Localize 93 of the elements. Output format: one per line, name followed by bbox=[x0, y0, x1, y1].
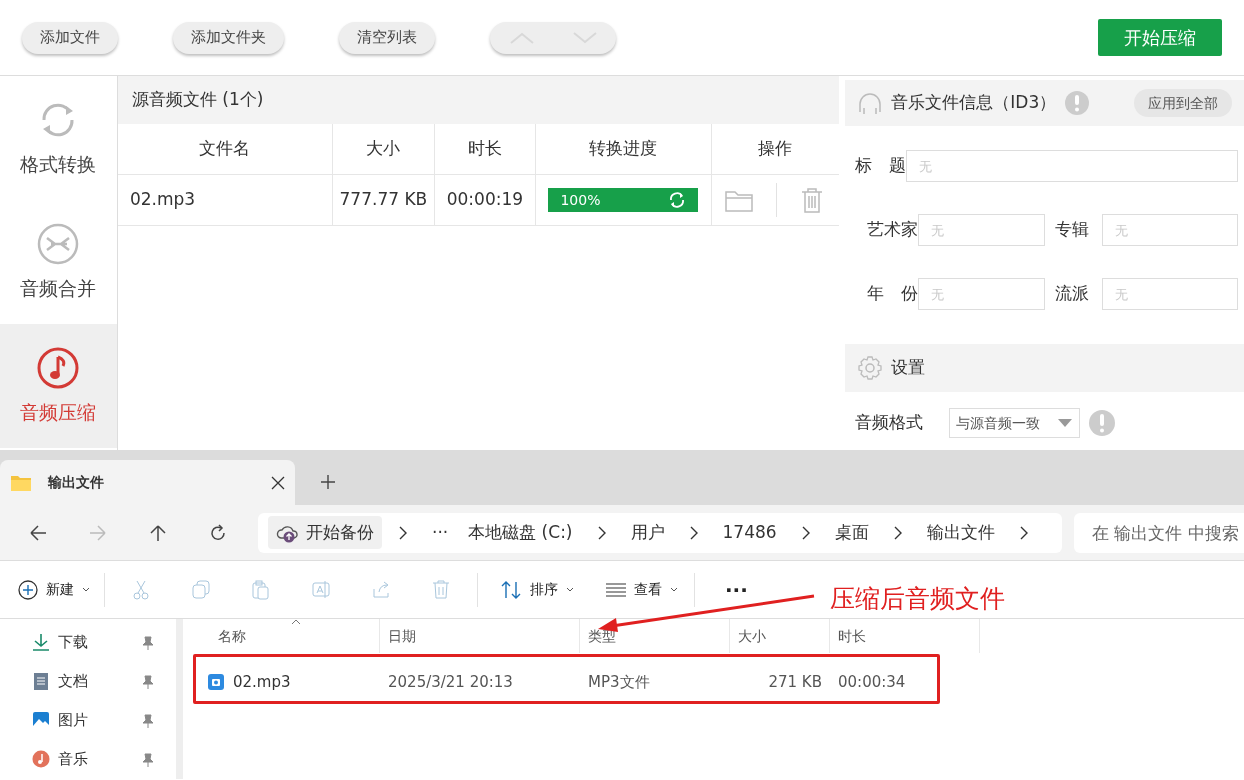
progress-text: 100% bbox=[560, 191, 601, 210]
chevron-icon bbox=[398, 525, 408, 540]
field-label: 艺术家 bbox=[866, 218, 919, 242]
table-cell-text: 777.77 KB bbox=[339, 188, 428, 212]
close-icon[interactable] bbox=[271, 475, 285, 490]
caret-icon bbox=[82, 586, 90, 593]
headphones-icon bbox=[857, 90, 884, 116]
field-label: 专辑 bbox=[1054, 218, 1091, 242]
sort-button[interactable]: 排序 bbox=[492, 579, 582, 600]
window-tab[interactable]: 输出文件 bbox=[0, 460, 295, 505]
list-icon bbox=[606, 582, 626, 597]
breadcrumb[interactable]: 用户 bbox=[622, 515, 673, 550]
nav-item[interactable]: 文档 bbox=[0, 662, 176, 701]
chevron-icon bbox=[1018, 525, 1029, 540]
column-header: 文件名 bbox=[199, 137, 251, 161]
column-header: 大小 bbox=[366, 137, 401, 161]
download-icon bbox=[32, 633, 50, 652]
info-icon bbox=[1064, 90, 1091, 116]
toolbar-button[interactable]: 添加文件夹 bbox=[173, 21, 284, 54]
nav-item[interactable]: 音乐 bbox=[0, 740, 176, 779]
column-header: 时长 bbox=[838, 626, 866, 646]
sidebar-label: 格式转换 bbox=[20, 151, 97, 177]
music-icon bbox=[32, 750, 50, 769]
caret-icon bbox=[670, 586, 678, 593]
annotation-text: 压缩后音频文件 bbox=[830, 583, 1005, 615]
field-label: 标 题 bbox=[854, 154, 907, 178]
sidebar-item[interactable]: 音频合并 bbox=[0, 200, 117, 324]
breadcrumb[interactable]: 输出文件 bbox=[918, 515, 1003, 550]
new-button[interactable]: 新建 bbox=[10, 579, 98, 600]
refresh-icon bbox=[668, 191, 687, 209]
section-title: 设置 bbox=[891, 356, 926, 380]
sidebar-item[interactable]: 音频压缩 bbox=[0, 324, 117, 448]
section-title: 音乐文件信息（ID3） bbox=[891, 91, 1057, 115]
table-cell-text: 00:00:19 bbox=[446, 188, 524, 212]
nav-item[interactable]: 下载 bbox=[0, 623, 176, 662]
back-icon[interactable] bbox=[29, 523, 47, 542]
chevron-icon bbox=[688, 525, 699, 540]
format-dropdown[interactable]: 与源音频一致 bbox=[949, 408, 1081, 438]
more-button[interactable]: ··· bbox=[717, 574, 756, 605]
table-cell-text: 02.mp3 bbox=[128, 188, 196, 212]
breadcrumb[interactable]: 本地磁盘 (C:) bbox=[460, 515, 581, 550]
plus-circle-icon bbox=[18, 579, 38, 600]
sort-caret-icon bbox=[291, 619, 301, 625]
sidebar-label: 音频压缩 bbox=[20, 399, 97, 425]
chevron-icon bbox=[892, 525, 903, 540]
breadcrumb[interactable]: 开始备份 bbox=[268, 515, 382, 550]
breadcrumb[interactable]: 桌面 bbox=[826, 515, 877, 550]
column-header: 日期 bbox=[388, 626, 416, 646]
folder-icon bbox=[10, 473, 32, 492]
caret-icon bbox=[566, 586, 574, 593]
address-bar[interactable]: 开始备份 ··· 本地磁盘 (C:) 用户 17486 桌面 输出文件 bbox=[258, 512, 1062, 553]
file-date: 2025/3/21 20:13 bbox=[387, 671, 514, 693]
gear-icon bbox=[857, 355, 884, 381]
file-name: 02.mp3 bbox=[233, 671, 291, 693]
sidebar-label: 音频合并 bbox=[20, 275, 97, 301]
view-button[interactable]: 查看 bbox=[598, 579, 686, 600]
file-row[interactable]: 02.mp3 2025/3/21 20:13 MP3文件 271 KB 00:00:34 bbox=[191, 661, 1244, 703]
sidebar-item[interactable]: 格式转换 bbox=[0, 76, 117, 200]
merge-icon bbox=[36, 221, 81, 266]
chevron-icon bbox=[800, 525, 811, 540]
document-icon bbox=[32, 672, 50, 691]
music-note-icon bbox=[36, 345, 81, 390]
column-header: 操作 bbox=[757, 137, 792, 161]
file-duration: 00:00:34 bbox=[837, 671, 907, 693]
toolbar-button[interactable]: 添加文件 bbox=[22, 21, 118, 54]
panel-title: 源音频文件 (1个) bbox=[131, 88, 264, 112]
caret-icon bbox=[1057, 418, 1074, 428]
field-label: 流派 bbox=[1054, 282, 1091, 306]
apply-all-button[interactable]: 应用到全部 bbox=[1134, 89, 1232, 117]
search-field[interactable]: 在 输出文件 中搜索 bbox=[1074, 512, 1244, 553]
breadcrumb[interactable]: 17486 bbox=[714, 515, 785, 550]
refresh-icon[interactable] bbox=[209, 523, 227, 542]
chevron-icon bbox=[596, 525, 607, 540]
sort-icon bbox=[500, 579, 522, 600]
forward-icon[interactable] bbox=[89, 523, 107, 542]
column-header: 类型 bbox=[588, 626, 616, 646]
column-header: 时长 bbox=[467, 137, 502, 161]
add-tab-icon[interactable] bbox=[320, 474, 336, 490]
toolbar-button[interactable]: 清空列表 bbox=[339, 21, 435, 54]
tab-title: 输出文件 bbox=[48, 473, 105, 492]
audio-file-icon bbox=[207, 673, 225, 691]
file-size: 271 KB bbox=[767, 671, 822, 693]
info-icon bbox=[1088, 409, 1117, 437]
breadcrumb[interactable]: ··· bbox=[424, 515, 457, 550]
field-label: 年 份 bbox=[866, 282, 919, 306]
field-label: 音频格式 bbox=[854, 411, 925, 435]
column-header: 大小 bbox=[738, 626, 766, 646]
nav-item[interactable]: 图片 bbox=[0, 701, 176, 740]
up-icon[interactable] bbox=[149, 523, 167, 542]
file-type: MP3文件 bbox=[587, 671, 651, 693]
image-icon bbox=[32, 711, 50, 730]
column-header: 名称 bbox=[218, 626, 246, 646]
column-header: 转换进度 bbox=[589, 137, 658, 161]
